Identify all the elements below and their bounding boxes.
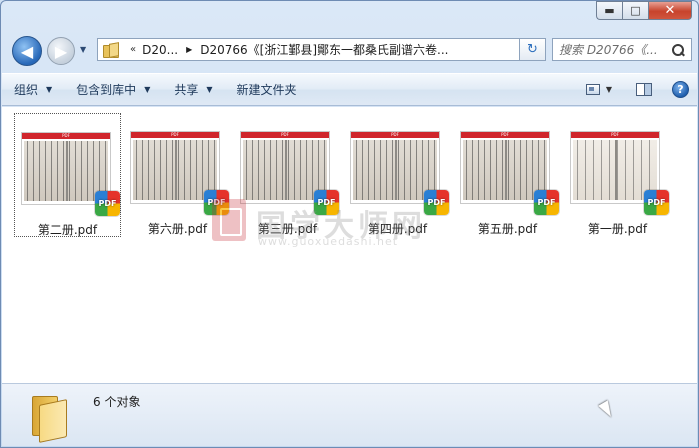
change-view-icon[interactable] (585, 84, 600, 95)
caption-buttons: ▬ □ ✕ (596, 1, 692, 20)
explorer-window: ▬ □ ✕ ◀ ▶ ▼ « D20... ▶ D20766《[浙江鄞县]鄮东一都… (0, 0, 699, 448)
search-icon[interactable] (671, 43, 685, 57)
arrow-left-icon: ◀ (20, 41, 34, 61)
mouse-cursor-icon (598, 400, 616, 420)
item-count: 6 个对象 (93, 395, 141, 409)
breadcrumb-current[interactable]: D20766《[浙江鄞县]鄮东一都桑氏副谱六卷... (200, 41, 448, 58)
organize-menu[interactable]: 组织 ▼ (2, 74, 64, 105)
thumb-header-label: PDF (62, 133, 70, 138)
help-icon[interactable]: ? (672, 81, 689, 98)
arrow-right-icon: ▶ (54, 41, 68, 61)
file-list: PDF PDF 第二册.pdf PDF PDF 第六册.pdf PDF PDF … (2, 107, 697, 383)
file-name: 第二册.pdf (37, 223, 98, 237)
folder-icon (102, 43, 120, 58)
address-bar[interactable]: « D20... ▶ D20766《[浙江鄞县]鄮东一都桑氏副谱六卷... ▼ (97, 38, 546, 61)
share-menu[interactable]: 共享 ▼ (162, 74, 224, 105)
pdf-icon: PDF (424, 190, 449, 215)
file-item[interactable]: PDF PDF 第五册.pdf (454, 113, 561, 237)
chevron-down-icon: ▼ (144, 85, 151, 94)
back-button[interactable]: ◀ (12, 36, 42, 66)
thumb-header-label: PDF (501, 132, 509, 137)
pdf-icon: PDF (204, 190, 229, 215)
maximize-button[interactable]: □ (622, 1, 648, 20)
command-bar: 组织 ▼ 包含到库中 ▼ 共享 ▼ 新建文件夹 ▼ ? (2, 73, 697, 106)
include-in-library-menu[interactable]: 包含到库中 ▼ (64, 74, 162, 105)
pdf-badge-label: PDF (207, 198, 226, 207)
file-name: 第三册.pdf (257, 222, 318, 236)
file-item[interactable]: PDF PDF 第二册.pdf (14, 113, 121, 237)
pdf-badge-label: PDF (98, 199, 117, 208)
chevron-down-icon: ▼ (206, 85, 213, 94)
file-name: 第一册.pdf (587, 222, 648, 236)
file-name: 第五册.pdf (477, 222, 538, 236)
pdf-icon: PDF (534, 190, 559, 215)
share-label: 共享 (174, 83, 199, 97)
search-box[interactable] (552, 38, 692, 61)
file-name: 第四册.pdf (367, 222, 428, 236)
organize-label: 组织 (14, 83, 39, 97)
pdf-badge-label: PDF (427, 198, 446, 207)
recent-pages-dropdown[interactable]: ▼ (80, 45, 86, 54)
folder-icon (28, 394, 72, 443)
preview-pane-icon[interactable] (636, 83, 652, 96)
details-pane: 6 个对象 (2, 383, 697, 446)
view-options-dropdown-icon[interactable]: ▼ (606, 85, 612, 94)
include-in-library-label: 包含到库中 (76, 83, 137, 97)
file-item[interactable]: PDF PDF 第一册.pdf (564, 113, 671, 237)
thumb-header-label: PDF (611, 132, 619, 137)
pdf-icon: PDF (644, 190, 669, 215)
thumb-header-label: PDF (281, 132, 289, 137)
breadcrumb-separator-icon[interactable]: ▶ (186, 45, 192, 54)
refresh-icon: ↻ (527, 42, 538, 57)
close-button[interactable]: ✕ (648, 1, 692, 20)
refresh-button[interactable]: ↻ (519, 38, 546, 61)
breadcrumb-parent[interactable]: D20... (142, 43, 178, 57)
chevron-down-icon: ▼ (46, 85, 53, 94)
thumb-header-label: PDF (171, 132, 179, 137)
minimize-button[interactable]: ▬ (596, 1, 622, 20)
pdf-icon: PDF (95, 191, 120, 216)
breadcrumb-overflow[interactable]: « (130, 44, 136, 55)
file-item[interactable]: PDF PDF 第六册.pdf (124, 113, 231, 237)
file-item[interactable]: PDF PDF 第三册.pdf (234, 113, 341, 237)
forward-button[interactable]: ▶ (47, 37, 75, 65)
new-folder-label: 新建文件夹 (236, 83, 297, 97)
navigation-bar: ◀ ▶ ▼ « D20... ▶ D20766《[浙江鄞县]鄮东一都桑氏副谱六卷… (9, 34, 692, 66)
pdf-badge-label: PDF (537, 198, 556, 207)
new-folder-button[interactable]: 新建文件夹 (225, 74, 309, 105)
pdf-icon: PDF (314, 190, 339, 215)
thumb-header-label: PDF (391, 132, 399, 137)
file-item[interactable]: PDF PDF 第四册.pdf (344, 113, 451, 237)
pdf-badge-label: PDF (647, 198, 666, 207)
search-input[interactable] (553, 39, 671, 60)
pdf-badge-label: PDF (317, 198, 336, 207)
file-name: 第六册.pdf (147, 222, 208, 236)
